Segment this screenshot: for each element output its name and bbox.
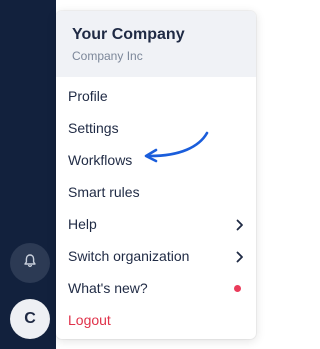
bell-icon [22, 253, 38, 274]
chevron-right-icon [236, 218, 244, 234]
menu-item-label: Settings [68, 120, 119, 136]
menu-item-help[interactable]: Help [56, 208, 256, 240]
menu-item-profile[interactable]: Profile [56, 80, 256, 112]
notifications-button[interactable] [10, 243, 50, 283]
chevron-right-icon [236, 250, 244, 266]
menu-item-label: What's new? [68, 280, 148, 296]
company-subtitle: Company Inc [72, 49, 143, 63]
menu-item-label: Help [68, 216, 97, 232]
account-menu: Your Company Company Inc Profile Setting… [56, 11, 256, 339]
avatar[interactable]: C [10, 299, 50, 339]
sidebar: C [0, 0, 56, 349]
menu-item-label: Workflows [68, 152, 133, 168]
annotation-arrow-icon [144, 131, 209, 163]
menu-item-whats-new[interactable]: What's new? [56, 272, 256, 304]
notification-dot [234, 285, 241, 292]
menu-item-label: Switch organization [68, 248, 190, 264]
menu-item-label: Logout [68, 312, 111, 328]
menu-item-label: Profile [68, 88, 108, 104]
menu-header: Your Company Company Inc [56, 11, 256, 77]
menu-item-label: Smart rules [68, 184, 140, 200]
menu-item-smart-rules[interactable]: Smart rules [56, 176, 256, 208]
menu-item-logout[interactable]: Logout [56, 304, 256, 336]
company-name: Your Company [72, 26, 185, 43]
menu-item-switch-organization[interactable]: Switch organization [56, 240, 256, 272]
